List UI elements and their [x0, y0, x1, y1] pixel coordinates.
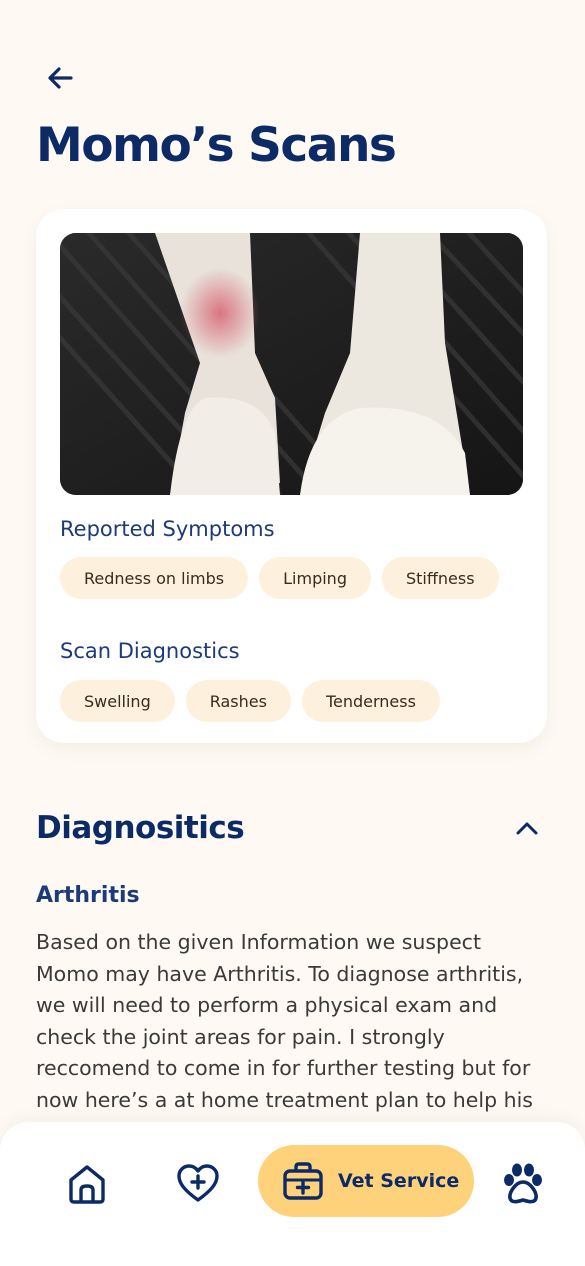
nav-vet-service-label: Vet Service — [338, 1170, 460, 1192]
nav-pets[interactable] — [495, 1156, 551, 1212]
symptom-chip[interactable]: Redness on limbs — [60, 557, 249, 599]
diagnostics-title: Diagnositics — [36, 810, 245, 846]
reported-symptoms-label: Reported Symptoms — [60, 517, 275, 541]
condition-title: Arthritis — [36, 883, 140, 908]
nav-vet-service[interactable]: Vet Service — [258, 1145, 474, 1217]
scan-card: Reported Symptoms Redness on limbs Limpi… — [36, 209, 547, 743]
arrow-left-icon — [48, 67, 73, 89]
paw-icon — [504, 1163, 542, 1204]
scan-image — [60, 233, 523, 495]
diagnostic-chip[interactable]: Swelling — [60, 680, 175, 722]
page-title: Momo’s Scans — [36, 118, 397, 173]
chevron-up-icon — [516, 822, 538, 835]
diagnostics-header[interactable]: Diagnositics — [36, 808, 547, 848]
heart-plus-icon — [177, 1164, 219, 1202]
bottom-nav: Vet Service — [0, 1122, 585, 1266]
symptoms-chips: Redness on limbs Limping Stiffness — [60, 557, 499, 599]
collapse-button[interactable] — [507, 808, 547, 848]
symptom-chip[interactable]: Stiffness — [381, 557, 499, 599]
diagnostic-chip[interactable]: Rashes — [185, 680, 291, 722]
home-icon — [69, 1165, 105, 1204]
symptom-chip[interactable]: Limping — [259, 557, 371, 599]
nav-health[interactable] — [170, 1156, 226, 1212]
diagnostic-chip[interactable]: Tenderness — [301, 680, 440, 722]
nav-home[interactable] — [59, 1156, 115, 1212]
diagnostics-chips: Swelling Rashes Tenderness — [60, 680, 440, 722]
diagnostics-description: Based on the given Information we suspec… — [36, 930, 533, 1143]
medical-kit-icon — [283, 1162, 323, 1200]
scan-diagnostics-label: Scan Diagnostics — [60, 639, 240, 663]
back-button[interactable] — [36, 56, 84, 100]
